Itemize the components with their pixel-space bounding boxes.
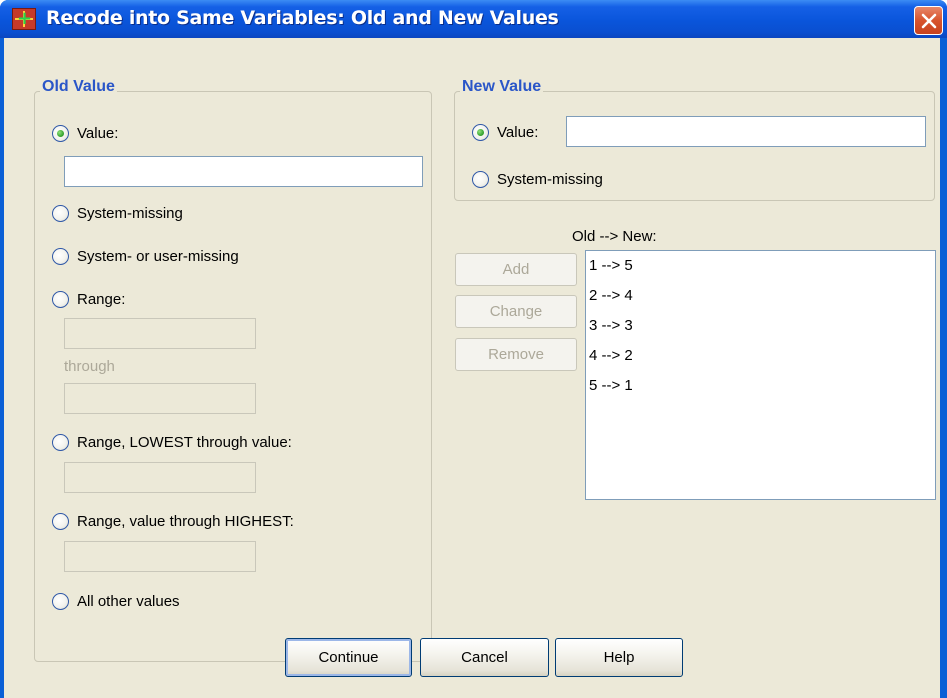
radio-button[interactable]: [472, 170, 489, 188]
title-bar[interactable]: + Recode into Same Variables: Old and Ne…: [0, 0, 947, 38]
range-to-input: [64, 383, 256, 414]
close-icon: [921, 13, 937, 29]
radio-button[interactable]: [472, 123, 489, 141]
range-lowest-radio[interactable]: Range, LOWEST through value:: [52, 431, 292, 453]
old-value-input[interactable]: [64, 156, 423, 187]
range-lowest-label: Range, LOWEST through value:: [77, 433, 292, 451]
radio-button[interactable]: [52, 433, 69, 451]
help-button[interactable]: Help: [555, 638, 683, 677]
new-value-radio[interactable]: Value:: [472, 121, 538, 143]
range-highest-input: [64, 541, 256, 572]
old-value-radio[interactable]: Value:: [52, 122, 118, 144]
continue-button[interactable]: Continue: [285, 638, 412, 677]
remove-button[interactable]: Remove: [455, 338, 577, 371]
all-other-values-label: All other values: [77, 592, 180, 610]
new-value-radio-label: Value:: [497, 123, 539, 141]
new-system-missing-radio[interactable]: System-missing: [472, 168, 603, 190]
close-button[interactable]: [914, 6, 943, 35]
range-label: Range:: [77, 290, 126, 308]
system-or-user-missing-radio[interactable]: System- or user-missing: [52, 245, 239, 267]
new-value-input[interactable]: [566, 116, 926, 147]
all-other-values-radio[interactable]: All other values: [52, 590, 180, 612]
spss-recode-icon: +: [12, 8, 36, 30]
range-from-input: [64, 318, 256, 349]
range-radio[interactable]: Range:: [52, 288, 125, 310]
dialog-window: + Recode into Same Variables: Old and Ne…: [0, 0, 947, 698]
old-system-missing-label: System-missing: [77, 204, 183, 222]
radio-button[interactable]: [52, 247, 69, 265]
system-or-user-missing-label: System- or user-missing: [77, 247, 239, 265]
change-button[interactable]: Change: [455, 295, 577, 328]
new-system-missing-label: System-missing: [497, 170, 603, 188]
old-value-legend: Old Value: [40, 78, 117, 96]
dialog-body: Old Value Value: System-missing System- …: [4, 38, 940, 698]
old-new-label: Old --> New:: [572, 228, 657, 245]
list-item[interactable]: 1 --> 5: [586, 251, 935, 281]
list-item[interactable]: 2 --> 4: [586, 281, 935, 311]
range-highest-label: Range, value through HIGHEST:: [77, 512, 294, 530]
radio-button[interactable]: [52, 124, 69, 142]
list-item[interactable]: 5 --> 1: [586, 371, 935, 401]
range-lowest-input: [64, 462, 256, 493]
old-value-radio-label: Value:: [77, 124, 119, 142]
list-item[interactable]: 4 --> 2: [586, 341, 935, 371]
radio-button[interactable]: [52, 290, 69, 308]
radio-button[interactable]: [52, 512, 69, 530]
through-label: through: [64, 358, 115, 375]
window-title: Recode into Same Variables: Old and New …: [46, 7, 559, 29]
cancel-button[interactable]: Cancel: [420, 638, 549, 677]
radio-button[interactable]: [52, 592, 69, 610]
new-value-legend: New Value: [460, 78, 544, 96]
old-system-missing-radio[interactable]: System-missing: [52, 202, 183, 224]
range-highest-radio[interactable]: Range, value through HIGHEST:: [52, 510, 294, 532]
add-button[interactable]: Add: [455, 253, 577, 286]
old-new-list[interactable]: 1 --> 5 2 --> 4 3 --> 3 4 --> 2 5 --> 1: [585, 250, 936, 500]
radio-button[interactable]: [52, 204, 69, 222]
list-item[interactable]: 3 --> 3: [586, 311, 935, 341]
